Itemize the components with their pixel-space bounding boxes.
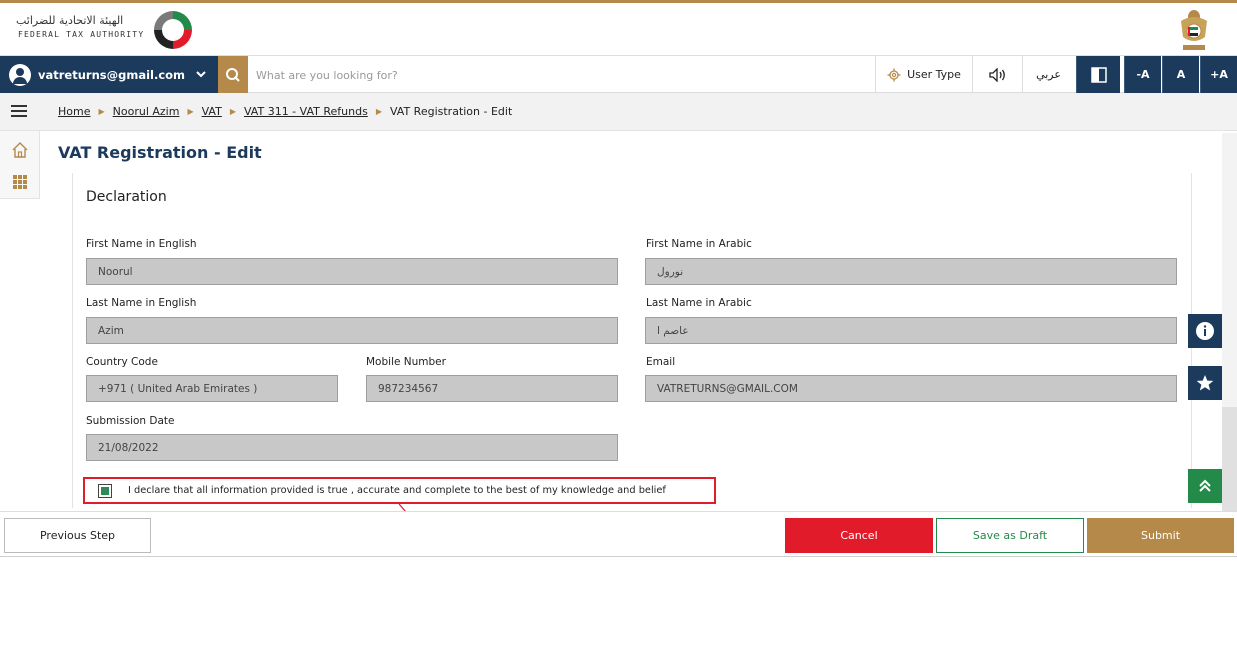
email-label: Email (646, 356, 676, 368)
declaration-checkbox[interactable] (98, 483, 112, 498)
breadcrumb-separator-icon: ▶ (375, 107, 382, 116)
gear-icon (887, 68, 901, 81)
declaration-text: I declare that all information provided … (128, 485, 666, 496)
side-rail (0, 131, 40, 199)
breadcrumb-vat[interactable]: VAT (202, 105, 222, 118)
site-header: الهيئة الاتحادية للضرائب FEDERAL TAX AUT… (0, 3, 1237, 56)
breadcrumb: Home ▶ Noorul Azim ▶ VAT ▶ VAT 311 - VAT… (58, 105, 512, 118)
section-title: Declaration (86, 189, 167, 205)
contrast-icon (1090, 66, 1107, 83)
mobile-label: Mobile Number (366, 356, 446, 368)
top-navbar: vatreturns@gmail.com User Type (0, 56, 1237, 93)
save-draft-button[interactable]: Save as Draft (936, 518, 1084, 553)
logo-english-text: FEDERAL TAX AUTHORITY (18, 30, 145, 39)
submission-date-label: Submission Date (86, 415, 175, 427)
favorite-button[interactable] (1188, 366, 1222, 400)
previous-step-button[interactable]: Previous Step (4, 518, 151, 553)
home-icon[interactable] (11, 141, 29, 159)
last-name-en-field[interactable]: Azim (86, 317, 618, 344)
text-to-speech-button[interactable] (972, 56, 1022, 93)
apps-grid-icon[interactable] (11, 173, 29, 191)
mobile-field[interactable]: 987234567 (366, 375, 618, 402)
scrollbar-thumb[interactable] (1222, 407, 1237, 511)
uae-emblem-icon (1181, 10, 1207, 50)
country-code-field[interactable]: +971 ( United Arab Emirates ) (86, 375, 338, 402)
info-icon (1196, 322, 1214, 340)
search-input[interactable] (256, 64, 816, 86)
user-email: vatreturns@gmail.com (38, 67, 186, 82)
checkbox-check-icon (101, 486, 109, 495)
language-toggle[interactable]: عربي (1022, 56, 1074, 93)
chevron-down-icon[interactable] (194, 67, 208, 81)
search-icon (226, 67, 240, 82)
font-decrease-button[interactable]: -A (1124, 56, 1161, 93)
font-normal-button[interactable]: A (1162, 56, 1199, 93)
fta-logo-icon[interactable] (150, 7, 196, 53)
page-title: VAT Registration - Edit (58, 143, 262, 162)
first-name-ar-field[interactable]: نورول (645, 258, 1177, 285)
user-type-label: User Type (907, 68, 961, 81)
breadcrumb-separator-icon: ▶ (229, 107, 236, 116)
breadcrumb-home[interactable]: Home (58, 105, 90, 118)
user-type-button[interactable]: User Type (875, 56, 972, 93)
submission-date-field[interactable]: 21/08/2022 (86, 434, 618, 461)
declaration-row: I declare that all information provided … (83, 477, 716, 504)
last-name-en-label: Last Name in English (86, 297, 197, 309)
breadcrumb-vat-refunds[interactable]: VAT 311 - VAT Refunds (244, 105, 368, 118)
first-name-en-label: First Name in English (86, 238, 197, 250)
email-field[interactable]: VATRETURNS@GMAIL.COM (645, 375, 1177, 402)
country-code-label: Country Code (86, 356, 158, 368)
first-name-ar-label: First Name in Arabic (646, 238, 752, 250)
breadcrumb-bar: Home ▶ Noorul Azim ▶ VAT ▶ VAT 311 - VAT… (0, 93, 1237, 131)
breadcrumb-separator-icon: ▶ (187, 107, 194, 116)
logo-arabic-text: الهيئة الاتحادية للضرائب (16, 14, 124, 27)
scroll-to-top-button[interactable] (1188, 469, 1222, 503)
speaker-icon (988, 67, 1005, 82)
star-icon (1196, 375, 1214, 391)
search-button[interactable] (218, 56, 248, 93)
submit-button[interactable]: Submit (1087, 518, 1234, 553)
breadcrumb-user[interactable]: Noorul Azim (113, 105, 180, 118)
info-button[interactable] (1188, 314, 1222, 348)
user-avatar-icon (9, 63, 31, 86)
cancel-button[interactable]: Cancel (785, 518, 933, 553)
breadcrumb-separator-icon: ▶ (98, 107, 105, 116)
last-name-ar-label: Last Name in Arabic (646, 297, 752, 309)
font-increase-button[interactable]: +A (1200, 56, 1237, 93)
user-menu[interactable]: vatreturns@gmail.com (0, 56, 218, 93)
breadcrumb-current: VAT Registration - Edit (389, 105, 513, 118)
app-window: الهيئة الاتحادية للضرائب FEDERAL TAX AUT… (0, 0, 1237, 557)
hamburger-menu-icon[interactable] (11, 105, 27, 117)
contrast-toggle[interactable] (1076, 56, 1120, 93)
double-chevron-up-icon (1199, 479, 1211, 492)
first-name-en-field[interactable]: Noorul (86, 258, 618, 285)
last-name-ar-field[interactable]: عاصم ا (645, 317, 1177, 344)
